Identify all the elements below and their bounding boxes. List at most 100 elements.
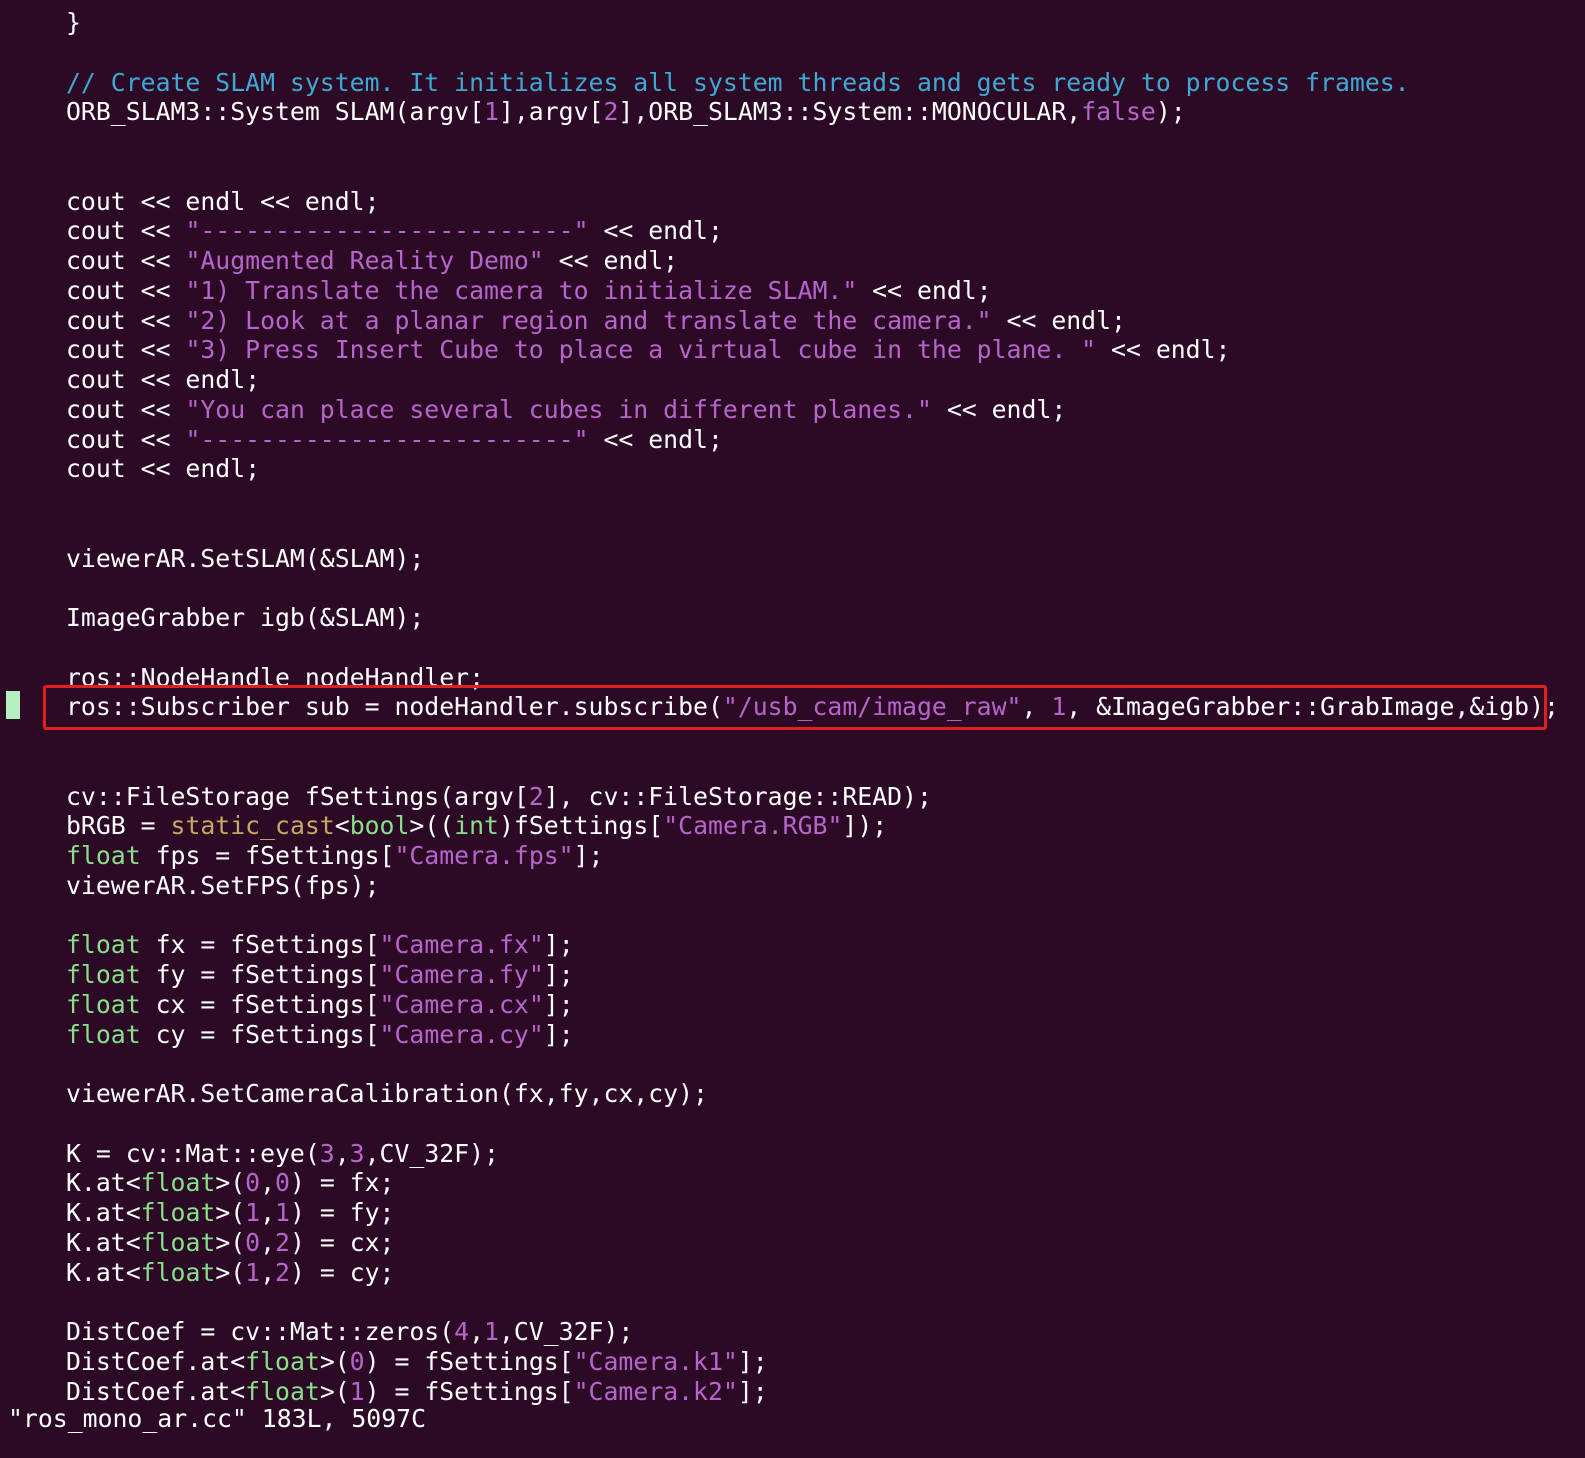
code-line[interactable]: cout << "3) Press Insert Cube to place a… [66,335,1230,365]
code-token-plain: cout << [66,246,186,275]
code-line[interactable]: ImageGrabber igb(&SLAM); [66,603,424,633]
code-token-plain: ]; [737,1347,768,1376]
code-token-plain: << endl; [1096,335,1231,364]
code-token-number: 2 [528,782,544,811]
highlight-box [43,685,1547,730]
code-token-plain: >( [215,1258,246,1287]
code-token-plain: << endl; [588,425,723,454]
code-token-string: "Camera.fps" [394,841,574,870]
code-token-plain: ]; [543,930,574,959]
code-line[interactable]: float fps = fSettings["Camera.fps"]; [66,841,603,871]
code-token-plain: ) = fy; [289,1198,395,1227]
code-token-plain: viewerAR.SetSLAM(&SLAM); [66,544,425,573]
code-line[interactable]: bRGB = static_cast<bool>((int)fSettings[… [66,811,887,841]
code-token-number: 1 [275,1198,290,1227]
code-token-plain: , [260,1198,276,1227]
code-token-type: bool [349,811,410,840]
code-token-plain: < [334,811,350,840]
code-line[interactable]: viewerAR.SetSLAM(&SLAM); [66,544,424,574]
code-token-plain: DistCoef.at< [66,1347,246,1376]
code-line[interactable]: cout << "1) Translate the camera to init… [66,276,992,306]
code-token-plain: ,CV_32F); [498,1317,634,1346]
code-token-plain: DistCoef = cv::Mat::zeros( [66,1317,455,1346]
code-token-string: "Camera.cx" [379,990,544,1019]
code-line[interactable]: DistCoef.at<float>(1) = fSettings["Camer… [66,1377,768,1407]
code-line[interactable]: K.at<float>(1,2) = cy; [66,1258,395,1288]
code-token-type: float [66,990,141,1019]
code-token-number: 1 [484,97,499,126]
code-line[interactable]: cv::FileStorage fSettings(argv[2], cv::F… [66,782,932,812]
code-token-number: 0 [349,1347,365,1376]
code-token-plain: } [66,8,81,37]
code-line[interactable]: float cx = fSettings["Camera.cx"]; [66,990,574,1020]
code-line[interactable]: viewerAR.SetCameraCalibration(fx,fy,cx,c… [66,1079,708,1109]
code-line[interactable]: DistCoef = cv::Mat::zeros(4,1,CV_32F); [66,1317,633,1347]
code-token-plain: cout << [66,276,186,305]
code-token-string: "Camera.cy" [379,1020,544,1049]
code-token-plain: cout << endl << endl; [66,187,380,216]
code-token-plain: ]; [543,1020,574,1049]
code-line[interactable]: float fx = fSettings["Camera.fx"]; [66,930,574,960]
code-token-plain: >( [319,1377,350,1406]
code-token-plain: , [469,1317,485,1346]
code-line[interactable]: cout << endl << endl; [66,187,380,217]
code-line[interactable]: } [66,8,81,38]
code-token-type: float [140,1198,216,1227]
code-token-plain: ]; [543,990,574,1019]
code-token-type: float [245,1347,320,1376]
code-token-plain: cout << endl; [66,454,261,483]
code-line[interactable]: cout << "-------------------------" << e… [66,425,723,455]
code-token-plain: cout << [66,395,186,424]
code-editor[interactable]: } // Create SLAM system. It initializes a… [0,0,1585,1458]
code-token-plain: >( [319,1347,350,1376]
code-token-plain: ,CV_32F); [364,1139,499,1168]
code-token-plain: cout << [66,335,186,364]
code-line[interactable]: cout << "You can place several cubes in … [66,395,1066,425]
code-token-number: 2 [275,1228,290,1257]
code-line[interactable]: // Create SLAM system. It initializes al… [66,68,1410,98]
code-line[interactable]: float fy = fSettings["Camera.fy"]; [66,960,574,990]
code-token-plain: ) = fSettings[ [364,1377,574,1406]
code-line[interactable]: viewerAR.SetFPS(fps); [66,871,380,901]
code-token-plain: fy = fSettings[ [140,960,380,989]
code-token-type: float [66,841,141,870]
code-token-plain: DistCoef.at< [66,1377,246,1406]
code-token-type: float [66,960,141,989]
code-token-comment: // Create SLAM system. It initializes al… [66,68,1410,97]
code-token-plain: ]; [737,1377,768,1406]
code-token-plain: ) = cx; [289,1228,395,1257]
code-token-plain: ) = cy; [289,1258,395,1287]
code-token-plain: cout << [66,306,186,335]
code-line[interactable]: DistCoef.at<float>(0) = fSettings["Camer… [66,1347,768,1377]
code-token-type: float [140,1258,216,1287]
code-line[interactable]: K.at<float>(0,2) = cx; [66,1228,395,1258]
code-token-plain: ]; [543,960,574,989]
code-token-plain: cy = fSettings[ [140,1020,380,1049]
code-token-plain: K = cv::Mat::eye( [66,1139,320,1168]
code-token-plain: ORB_SLAM3::System SLAM(argv[ [66,97,485,126]
code-line[interactable]: cout << endl; [66,365,260,395]
code-line[interactable]: float cy = fSettings["Camera.cy"]; [66,1020,574,1050]
code-token-type: float [66,1020,141,1049]
code-token-plain: viewerAR.SetFPS(fps); [66,871,380,900]
code-token-plain: cout << endl; [66,365,261,394]
code-line[interactable]: K.at<float>(0,0) = fx; [66,1168,395,1198]
code-line[interactable]: ORB_SLAM3::System SLAM(argv[1],argv[2],O… [66,97,1186,127]
code-line[interactable]: K = cv::Mat::eye(3,3,CV_32F); [66,1139,499,1169]
code-token-number: 3 [349,1139,365,1168]
code-token-plain: viewerAR.SetCameraCalibration(fx,fy,cx,c… [66,1079,708,1108]
code-line[interactable]: K.at<float>(1,1) = fy; [66,1198,395,1228]
code-line[interactable]: cout << "Augmented Reality Demo" << endl… [66,246,678,276]
code-token-type: int [454,811,499,840]
code-token-plain: , [334,1139,350,1168]
code-line[interactable]: cout << endl; [66,454,260,484]
code-token-type: float [140,1168,216,1197]
code-token-plain: << endl; [931,395,1067,424]
code-line[interactable]: cout << "-------------------------" << e… [66,216,723,246]
code-token-plain: << endl; [543,246,679,275]
code-line[interactable]: cout << "2) Look at a planar region and … [66,306,1126,336]
code-token-plain: ) = fx; [289,1168,395,1197]
code-token-plain: bRGB = [66,811,171,840]
code-token-keyword: false [1081,97,1156,126]
code-token-string: "-------------------------" [185,216,589,245]
